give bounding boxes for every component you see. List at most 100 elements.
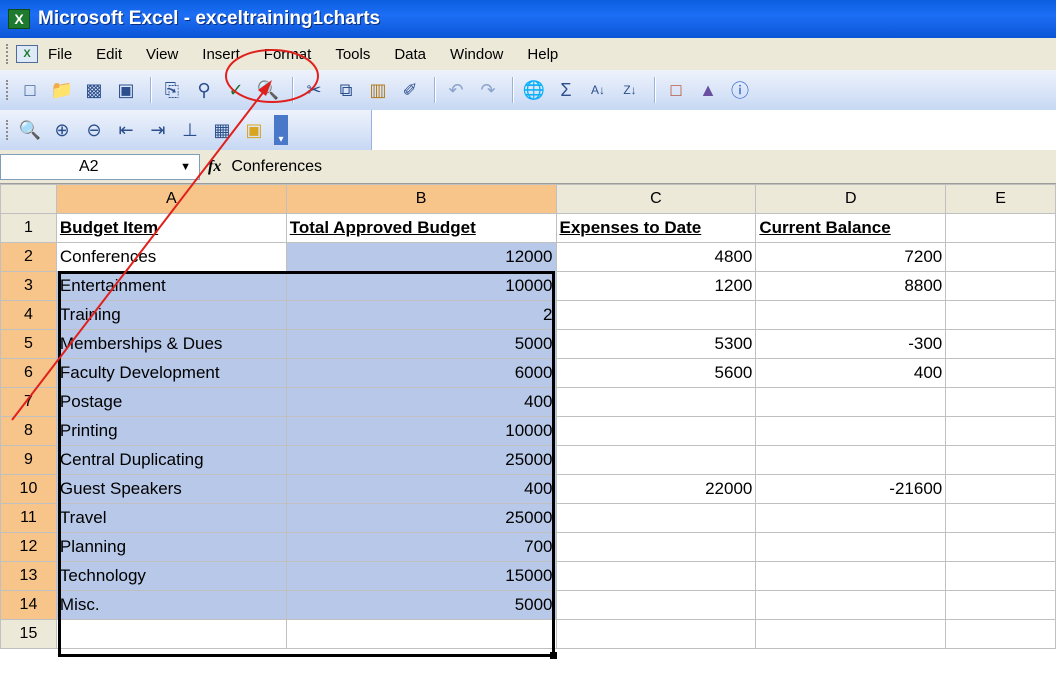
cell-a3[interactable]: Entertainment — [55, 271, 287, 301]
cell-c13[interactable] — [555, 561, 757, 591]
find-icon[interactable]: 🔍 — [16, 116, 44, 144]
row-header[interactable]: 14 — [0, 590, 57, 620]
research-icon[interactable]: 🔍 — [254, 76, 282, 104]
cell-d11[interactable] — [755, 503, 947, 533]
cell-d4[interactable] — [755, 300, 947, 330]
column-header-a[interactable]: A — [55, 184, 287, 214]
cell-b10[interactable]: 400 — [285, 474, 557, 504]
copy-icon[interactable]: ⧉ — [332, 76, 360, 104]
row-header[interactable]: 2 — [0, 242, 57, 272]
cell-b6[interactable]: 6000 — [285, 358, 557, 388]
new-icon[interactable]: □ — [16, 76, 44, 104]
menu-format[interactable]: Format — [264, 46, 312, 63]
row-header[interactable]: 3 — [0, 271, 57, 301]
open-icon[interactable]: 📁 — [48, 76, 76, 104]
menu-edit[interactable]: Edit — [96, 46, 122, 63]
form-icon[interactable]: ▦ — [208, 116, 236, 144]
cell-b15[interactable] — [285, 619, 557, 649]
toolbar-grip[interactable] — [6, 44, 10, 64]
cell-d10[interactable]: -21600 — [755, 474, 947, 504]
cell-e12[interactable] — [945, 532, 1056, 562]
zoom-in-icon[interactable]: ⊕ — [48, 116, 76, 144]
cell-d8[interactable] — [755, 416, 947, 446]
cell-b5[interactable]: 5000 — [285, 329, 557, 359]
cell-b7[interactable]: 400 — [285, 387, 557, 417]
cell-d7[interactable] — [755, 387, 947, 417]
sort-ascending-icon[interactable]: A↓ — [584, 76, 612, 104]
cell-e15[interactable] — [945, 619, 1056, 649]
cell-d15[interactable] — [755, 619, 947, 649]
column-header-d[interactable]: D — [755, 184, 947, 214]
row-header[interactable]: 5 — [0, 329, 57, 359]
cell-a7[interactable]: Postage — [55, 387, 287, 417]
cell-e5[interactable] — [945, 329, 1056, 359]
drawing-icon[interactable]: ▲ — [694, 76, 722, 104]
chart-wizard-icon[interactable]: □ — [662, 76, 690, 104]
cell-c9[interactable] — [555, 445, 757, 475]
toolbar-options-icon[interactable]: ▾ — [274, 115, 288, 145]
zoom-out-icon[interactable]: ⊖ — [80, 116, 108, 144]
cell-d9[interactable] — [755, 445, 947, 475]
cell-a8[interactable]: Printing — [55, 416, 287, 446]
cell-e2[interactable] — [945, 242, 1056, 272]
row-header[interactable]: 12 — [0, 532, 57, 562]
cell-d12[interactable] — [755, 532, 947, 562]
cell-b8[interactable]: 10000 — [285, 416, 557, 446]
format-painter-icon[interactable]: ✐ — [396, 76, 424, 104]
cell-b11[interactable]: 25000 — [285, 503, 557, 533]
cell-e10[interactable] — [945, 474, 1056, 504]
menu-file[interactable]: File — [48, 46, 72, 63]
cell-a6[interactable]: Faculty Development — [55, 358, 287, 388]
cell-a9[interactable]: Central Duplicating — [55, 445, 287, 475]
row-header[interactable]: 7 — [0, 387, 57, 417]
trace-precedents-icon[interactable]: ⇤ — [112, 116, 140, 144]
save-icon[interactable]: ▩ — [80, 76, 108, 104]
cell-c1[interactable]: Expenses to Date — [555, 213, 757, 243]
fx-icon[interactable]: fx — [208, 158, 221, 176]
column-header-b[interactable]: B — [285, 184, 557, 214]
select-all-corner[interactable] — [0, 184, 57, 214]
cell-e14[interactable] — [945, 590, 1056, 620]
cell-c12[interactable] — [555, 532, 757, 562]
row-header[interactable]: 1 — [0, 213, 57, 243]
properties-icon[interactable]: ▣ — [240, 116, 268, 144]
row-header[interactable]: 10 — [0, 474, 57, 504]
cell-e11[interactable] — [945, 503, 1056, 533]
cell-a5[interactable]: Memberships & Dues — [55, 329, 287, 359]
menu-insert[interactable]: Insert — [202, 46, 240, 63]
cell-a14[interactable]: Misc. — [55, 590, 287, 620]
cell-e8[interactable] — [945, 416, 1056, 446]
cell-d14[interactable] — [755, 590, 947, 620]
cell-a4[interactable]: Training — [55, 300, 287, 330]
menu-data[interactable]: Data — [394, 46, 426, 63]
cell-a13[interactable]: Technology — [55, 561, 287, 591]
cell-c6[interactable]: 5600 — [555, 358, 757, 388]
cell-e4[interactable] — [945, 300, 1056, 330]
row-header[interactable]: 8 — [0, 416, 57, 446]
cell-d6[interactable]: 400 — [755, 358, 947, 388]
spelling-icon[interactable]: ✓ — [222, 76, 250, 104]
cell-a15[interactable] — [55, 619, 287, 649]
cell-d1[interactable]: Current Balance — [755, 213, 947, 243]
cell-c2[interactable]: 4800 — [555, 242, 757, 272]
cell-c7[interactable] — [555, 387, 757, 417]
organize-icon[interactable]: ⊥ — [176, 116, 204, 144]
cut-icon[interactable]: ✂ — [300, 76, 328, 104]
help-icon[interactable]: ⓘ — [726, 76, 754, 104]
row-header[interactable]: 13 — [0, 561, 57, 591]
cell-e6[interactable] — [945, 358, 1056, 388]
column-header-c[interactable]: C — [555, 184, 757, 214]
permission-icon[interactable]: ▣ — [112, 76, 140, 104]
cell-b9[interactable]: 25000 — [285, 445, 557, 475]
cell-a10[interactable]: Guest Speakers — [55, 474, 287, 504]
cell-b13[interactable]: 15000 — [285, 561, 557, 591]
cell-c14[interactable] — [555, 590, 757, 620]
cell-e7[interactable] — [945, 387, 1056, 417]
autosum-icon[interactable]: Σ — [552, 76, 580, 104]
cell-e1[interactable] — [945, 213, 1056, 243]
formula-input[interactable]: Conferences — [231, 158, 322, 176]
paste-icon[interactable]: ▥ — [364, 76, 392, 104]
cell-b3[interactable]: 10000 — [285, 271, 557, 301]
redo-icon[interactable]: ↷ — [474, 76, 502, 104]
name-box[interactable]: A2 ▼ — [0, 153, 200, 180]
